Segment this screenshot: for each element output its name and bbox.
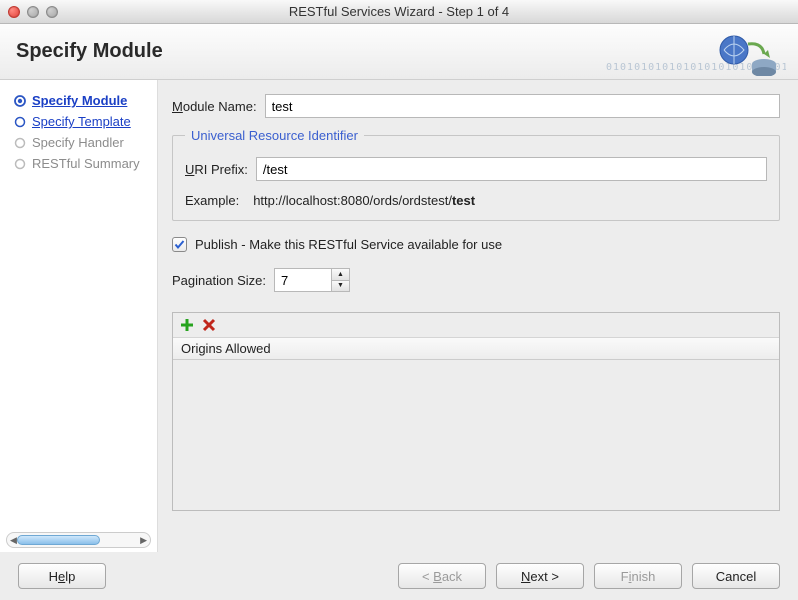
uri-fieldset: Universal Resource Identifier URI Prefix… (172, 128, 780, 221)
uri-example-value: http://localhost:8080/ords/ordstest/test (253, 193, 475, 208)
close-window-button[interactable] (8, 6, 20, 18)
step-upcoming-icon (14, 116, 26, 128)
wizard-step-4: RESTful Summary (10, 153, 157, 174)
uri-prefix-input[interactable] (256, 157, 767, 181)
pagination-size-label: Pagination Size: (172, 273, 266, 288)
wizard-banner: Specify Module 0101010101010101010101010… (0, 24, 798, 80)
window-controls (8, 6, 58, 18)
origins-header: Origins Allowed (173, 338, 779, 360)
uri-example-label: Example: (185, 193, 239, 208)
next-button[interactable]: Next > (496, 563, 584, 589)
uri-prefix-row: URI Prefix: (185, 157, 767, 181)
wizard-step-3: Specify Handler (10, 132, 157, 153)
origins-list[interactable] (173, 360, 779, 510)
plus-icon (180, 318, 194, 332)
pagination-row: Pagination Size: ▲ ▼ (172, 268, 780, 292)
check-icon (174, 239, 185, 250)
scrollbar-thumb[interactable] (17, 535, 100, 545)
wizard-step-label: Specify Handler (32, 135, 124, 150)
pagination-size-spinner: ▲ ▼ (274, 268, 350, 292)
publish-row: Publish - Make this RESTful Service avai… (172, 237, 780, 252)
banner-graphic: 01010101010101010101010101 (606, 32, 786, 76)
wizard-form-panel: Module Name: Universal Resource Identifi… (158, 80, 798, 552)
finish-button: Finish (594, 563, 682, 589)
publish-label[interactable]: Publish - Make this RESTful Service avai… (195, 237, 502, 252)
window-title: RESTful Services Wizard - Step 1 of 4 (0, 4, 798, 19)
wizard-step-label: RESTful Summary (32, 156, 140, 171)
publish-checkbox[interactable] (172, 237, 187, 252)
sidebar-horizontal-scrollbar[interactable]: ◀ ▶ (6, 532, 151, 548)
scroll-left-icon[interactable]: ◀ (10, 535, 17, 546)
add-origin-button[interactable] (179, 317, 195, 333)
wizard-body: Specify Module Specify Template Specify … (0, 80, 798, 552)
minimize-window-button[interactable] (27, 6, 39, 18)
help-button[interactable]: Help (18, 563, 106, 589)
zoom-window-button[interactable] (46, 6, 58, 18)
step-current-icon (14, 95, 26, 107)
module-name-label: Module Name: (172, 99, 257, 114)
back-button: < Back (398, 563, 486, 589)
pagination-size-input[interactable] (274, 268, 332, 292)
spinner-up-button[interactable]: ▲ (332, 269, 349, 281)
step-disabled-icon (14, 137, 26, 149)
page-title: Specify Module (16, 40, 163, 63)
uri-legend: Universal Resource Identifier (185, 128, 364, 143)
wizard-step-1[interactable]: Specify Module (10, 90, 157, 111)
spinner-buttons: ▲ ▼ (332, 268, 350, 292)
origins-allowed-box: Origins Allowed (172, 312, 780, 511)
wizard-step-label: Specify Module (32, 93, 127, 108)
wizard-step-label: Specify Template (32, 114, 131, 129)
module-name-input[interactable] (265, 94, 780, 118)
uri-example-row: Example: http://localhost:8080/ords/ords… (185, 193, 767, 208)
window-titlebar: RESTful Services Wizard - Step 1 of 4 (0, 0, 798, 24)
scroll-right-icon[interactable]: ▶ (140, 535, 147, 546)
step-disabled-icon (14, 158, 26, 170)
x-icon (202, 318, 216, 332)
wizard-step-2[interactable]: Specify Template (10, 111, 157, 132)
wizard-footer: Help < Back Next > Finish Cancel (0, 552, 798, 600)
uri-prefix-label: URI Prefix: (185, 162, 248, 177)
origins-toolbar (173, 313, 779, 338)
cancel-button[interactable]: Cancel (692, 563, 780, 589)
remove-origin-button[interactable] (201, 317, 217, 333)
spinner-down-button[interactable]: ▼ (332, 281, 349, 292)
wizard-step-list: Specify Module Specify Template Specify … (0, 90, 157, 174)
wizard-steps-sidebar: Specify Module Specify Template Specify … (0, 80, 158, 552)
module-name-row: Module Name: (172, 94, 780, 118)
